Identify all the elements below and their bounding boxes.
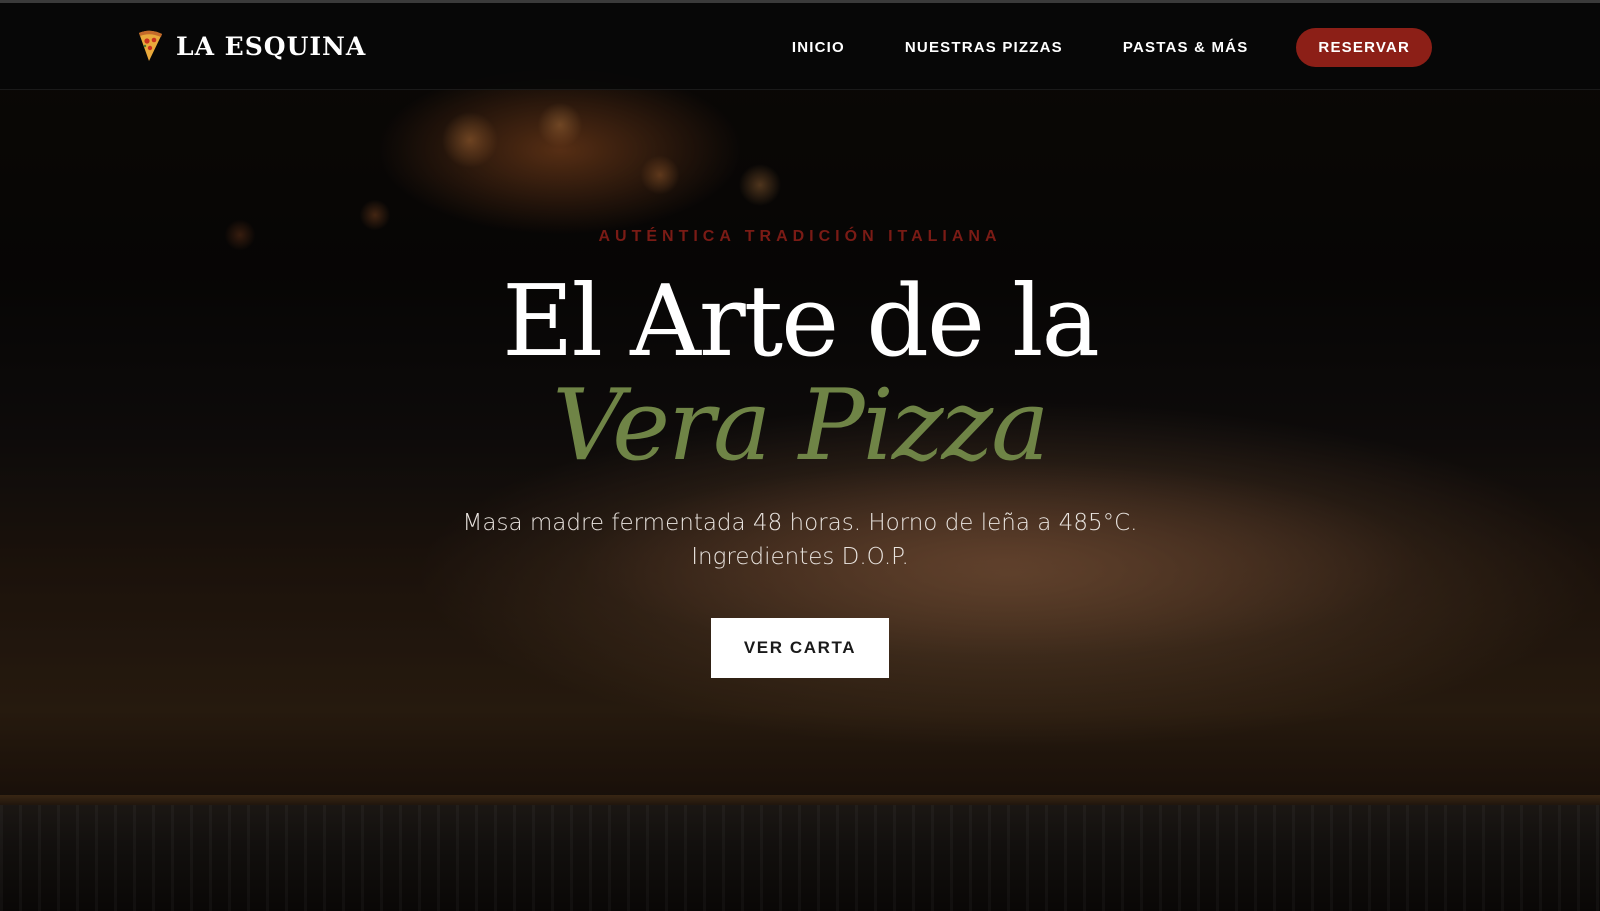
nav-item-inicio[interactable]: INICIO — [792, 39, 845, 56]
hero-title-line-1: El Arte de la — [502, 265, 1100, 379]
brand-name: LA ESQUINA — [176, 31, 367, 61]
main-navigation: INICIO NUESTRAS PIZZAS PASTAS & MÁS RESE… — [792, 27, 1432, 67]
hero-title: El Arte de la Vera Pizza — [0, 268, 1600, 480]
page: LA ESQUINA INICIO NUESTRAS PIZZAS PASTAS… — [0, 0, 1600, 911]
navbar: LA ESQUINA INICIO NUESTRAS PIZZAS PASTAS… — [0, 3, 1600, 90]
reservar-button[interactable]: RESERVAR — [1296, 27, 1432, 67]
hero-eyebrow: AUTÉNTICA TRADICIÓN ITALIANA — [598, 228, 1002, 245]
pizza-slice-icon — [139, 30, 162, 61]
hero-title-line-2: Vera Pizza — [552, 369, 1049, 483]
nav-item-pastas-y-mas[interactable]: PASTAS & MÁS — [1123, 39, 1249, 56]
brand-logo-link[interactable]: LA ESQUINA — [136, 29, 366, 63]
hero-subtitle: Masa madre fermentada 48 horas. Horno de… — [462, 510, 1138, 570]
nav-item-nuestras-pizzas[interactable]: NUESTRAS PIZZAS — [905, 39, 1063, 56]
hero-section: AUTÉNTICA TRADICIÓN ITALIANA El Arte de … — [0, 228, 1600, 678]
ver-carta-button[interactable]: VER CARTA — [711, 618, 889, 678]
